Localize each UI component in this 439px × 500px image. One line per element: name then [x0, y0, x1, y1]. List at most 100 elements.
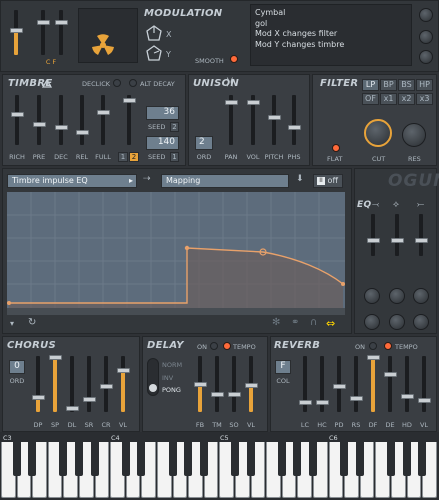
black-key[interactable]: [387, 442, 395, 476]
seed-2-value[interactable]: 140: [146, 136, 179, 150]
black-key[interactable]: [293, 442, 302, 476]
smooth-toggle[interactable]: [230, 55, 238, 63]
source-select[interactable]: Timbre impulse EQ ▸: [7, 174, 137, 188]
scroll-down-button[interactable]: [419, 50, 433, 64]
unison-pitch-slider[interactable]: [272, 95, 276, 145]
x-mod-knob[interactable]: [144, 24, 164, 44]
filter-x3-button[interactable]: x3: [416, 93, 433, 105]
snowflake-icon[interactable]: ✻: [272, 317, 280, 328]
reverb-de-slider[interactable]: [388, 356, 392, 412]
filter-bp-button[interactable]: BP: [380, 79, 397, 91]
pre-label: PRE: [32, 153, 46, 161]
eq-knob-3[interactable]: [413, 288, 429, 304]
delay-tempo-toggle[interactable]: [223, 342, 231, 350]
black-key[interactable]: [199, 442, 208, 476]
black-key[interactable]: [418, 442, 427, 476]
browse-button[interactable]: [419, 8, 433, 22]
eq-peak-icon[interactable]: ⟡: [393, 200, 399, 210]
alt-decay-toggle[interactable]: [129, 79, 137, 87]
eq-knob-6[interactable]: [413, 314, 429, 330]
delay-mode-inv[interactable]: INV: [162, 374, 173, 382]
eq-lowshelf-icon[interactable]: ⤙: [372, 200, 379, 210]
reverb-hd-slider[interactable]: [405, 356, 409, 412]
scroll-up-button[interactable]: [419, 30, 433, 44]
link-icon[interactable]: ⚭: [291, 317, 299, 328]
pre-slider[interactable]: [37, 95, 41, 145]
black-key[interactable]: [59, 442, 68, 476]
delay-mode-switch[interactable]: [147, 358, 159, 396]
preset-line-1: Cymbal: [255, 8, 286, 17]
seed-1-num[interactable]: 2: [170, 122, 179, 132]
black-key[interactable]: [184, 442, 193, 476]
eq-slider-2[interactable]: [395, 214, 399, 256]
target-select[interactable]: Mapping: [161, 174, 289, 188]
reverb-vl-slider[interactable]: [422, 356, 426, 412]
stretch-icon[interactable]: ⇔: [326, 317, 335, 330]
declick-toggle[interactable]: [113, 79, 121, 87]
envelope-graph[interactable]: [7, 192, 345, 308]
delay-so-slider[interactable]: [232, 356, 236, 412]
black-key[interactable]: [355, 442, 364, 476]
menu-down-icon[interactable]: ▾: [10, 319, 14, 328]
filter-x1-button[interactable]: x1: [380, 93, 397, 105]
black-key[interactable]: [309, 442, 317, 476]
chorus-sr-slider[interactable]: [87, 356, 91, 412]
xy-pad[interactable]: [78, 8, 138, 63]
black-key[interactable]: [277, 442, 286, 476]
delay-mode-norm[interactable]: NORM: [162, 361, 182, 369]
black-key[interactable]: [12, 442, 21, 476]
reverb-rs-slider[interactable]: [354, 356, 358, 412]
rich-slider[interactable]: [15, 95, 19, 145]
dec-slider[interactable]: [59, 95, 63, 145]
eq-knob-4[interactable]: [364, 314, 380, 330]
delay-mode-pong[interactable]: PONG: [162, 386, 181, 394]
seed-2-num[interactable]: 1: [170, 152, 179, 162]
eq-knob-5[interactable]: [389, 314, 405, 330]
unison-ord-value[interactable]: 2: [195, 136, 213, 150]
delay-on-toggle[interactable]: [210, 342, 218, 350]
chorus-dl-slider[interactable]: [70, 356, 74, 412]
black-key[interactable]: [28, 442, 37, 476]
magnet-icon[interactable]: ∩: [310, 317, 317, 328]
eq-knob-2[interactable]: [389, 288, 405, 304]
filter-of-button[interactable]: OF: [362, 93, 379, 105]
graph-scrollbar[interactable]: [7, 308, 345, 315]
eq-slider-3[interactable]: [419, 214, 423, 256]
black-key[interactable]: [75, 442, 83, 476]
black-key[interactable]: [231, 442, 239, 476]
cut-knob[interactable]: [364, 119, 392, 147]
filter-bs-button[interactable]: BS: [398, 79, 415, 91]
master-slider-2[interactable]: [41, 10, 45, 55]
master-slider-3[interactable]: [59, 10, 63, 55]
black-key[interactable]: [90, 442, 99, 476]
black-key[interactable]: [340, 442, 349, 476]
delay-tm-slider[interactable]: [215, 356, 219, 412]
reset-icon[interactable]: ↻: [28, 317, 36, 328]
eq-slider-1[interactable]: [371, 214, 375, 256]
eq-knob-1[interactable]: [364, 288, 380, 304]
page-2-button[interactable]: 2: [129, 152, 139, 162]
y-mod-knob[interactable]: [144, 44, 164, 64]
rel-slider[interactable]: [80, 95, 84, 145]
reverb-on-toggle[interactable]: [369, 342, 377, 350]
black-key[interactable]: [137, 442, 146, 476]
chorus-ord-label: ORD: [9, 377, 25, 385]
reverb-col-value[interactable]: F: [275, 360, 291, 374]
filter-x2-button[interactable]: x2: [398, 93, 415, 105]
unison-phs-slider[interactable]: [292, 95, 296, 145]
flat-toggle[interactable]: [332, 144, 340, 152]
off-toggle[interactable]: II off: [313, 174, 343, 188]
eq-highshelf-icon[interactable]: ⤚: [417, 200, 424, 210]
reverb-tempo-toggle[interactable]: [384, 342, 392, 350]
res-knob[interactable]: [402, 123, 426, 147]
black-key[interactable]: [168, 442, 177, 476]
filter-hp-button[interactable]: HP: [416, 79, 433, 91]
chorus-ord-value[interactable]: 0: [9, 360, 25, 374]
filter-lp-button[interactable]: LP: [362, 79, 379, 91]
black-key[interactable]: [246, 442, 255, 476]
page-1-button[interactable]: 1: [118, 152, 128, 162]
black-key[interactable]: [402, 442, 411, 476]
black-key[interactable]: [121, 442, 130, 476]
full-slider[interactable]: [101, 95, 105, 145]
seed-1-value[interactable]: 36: [146, 106, 179, 120]
